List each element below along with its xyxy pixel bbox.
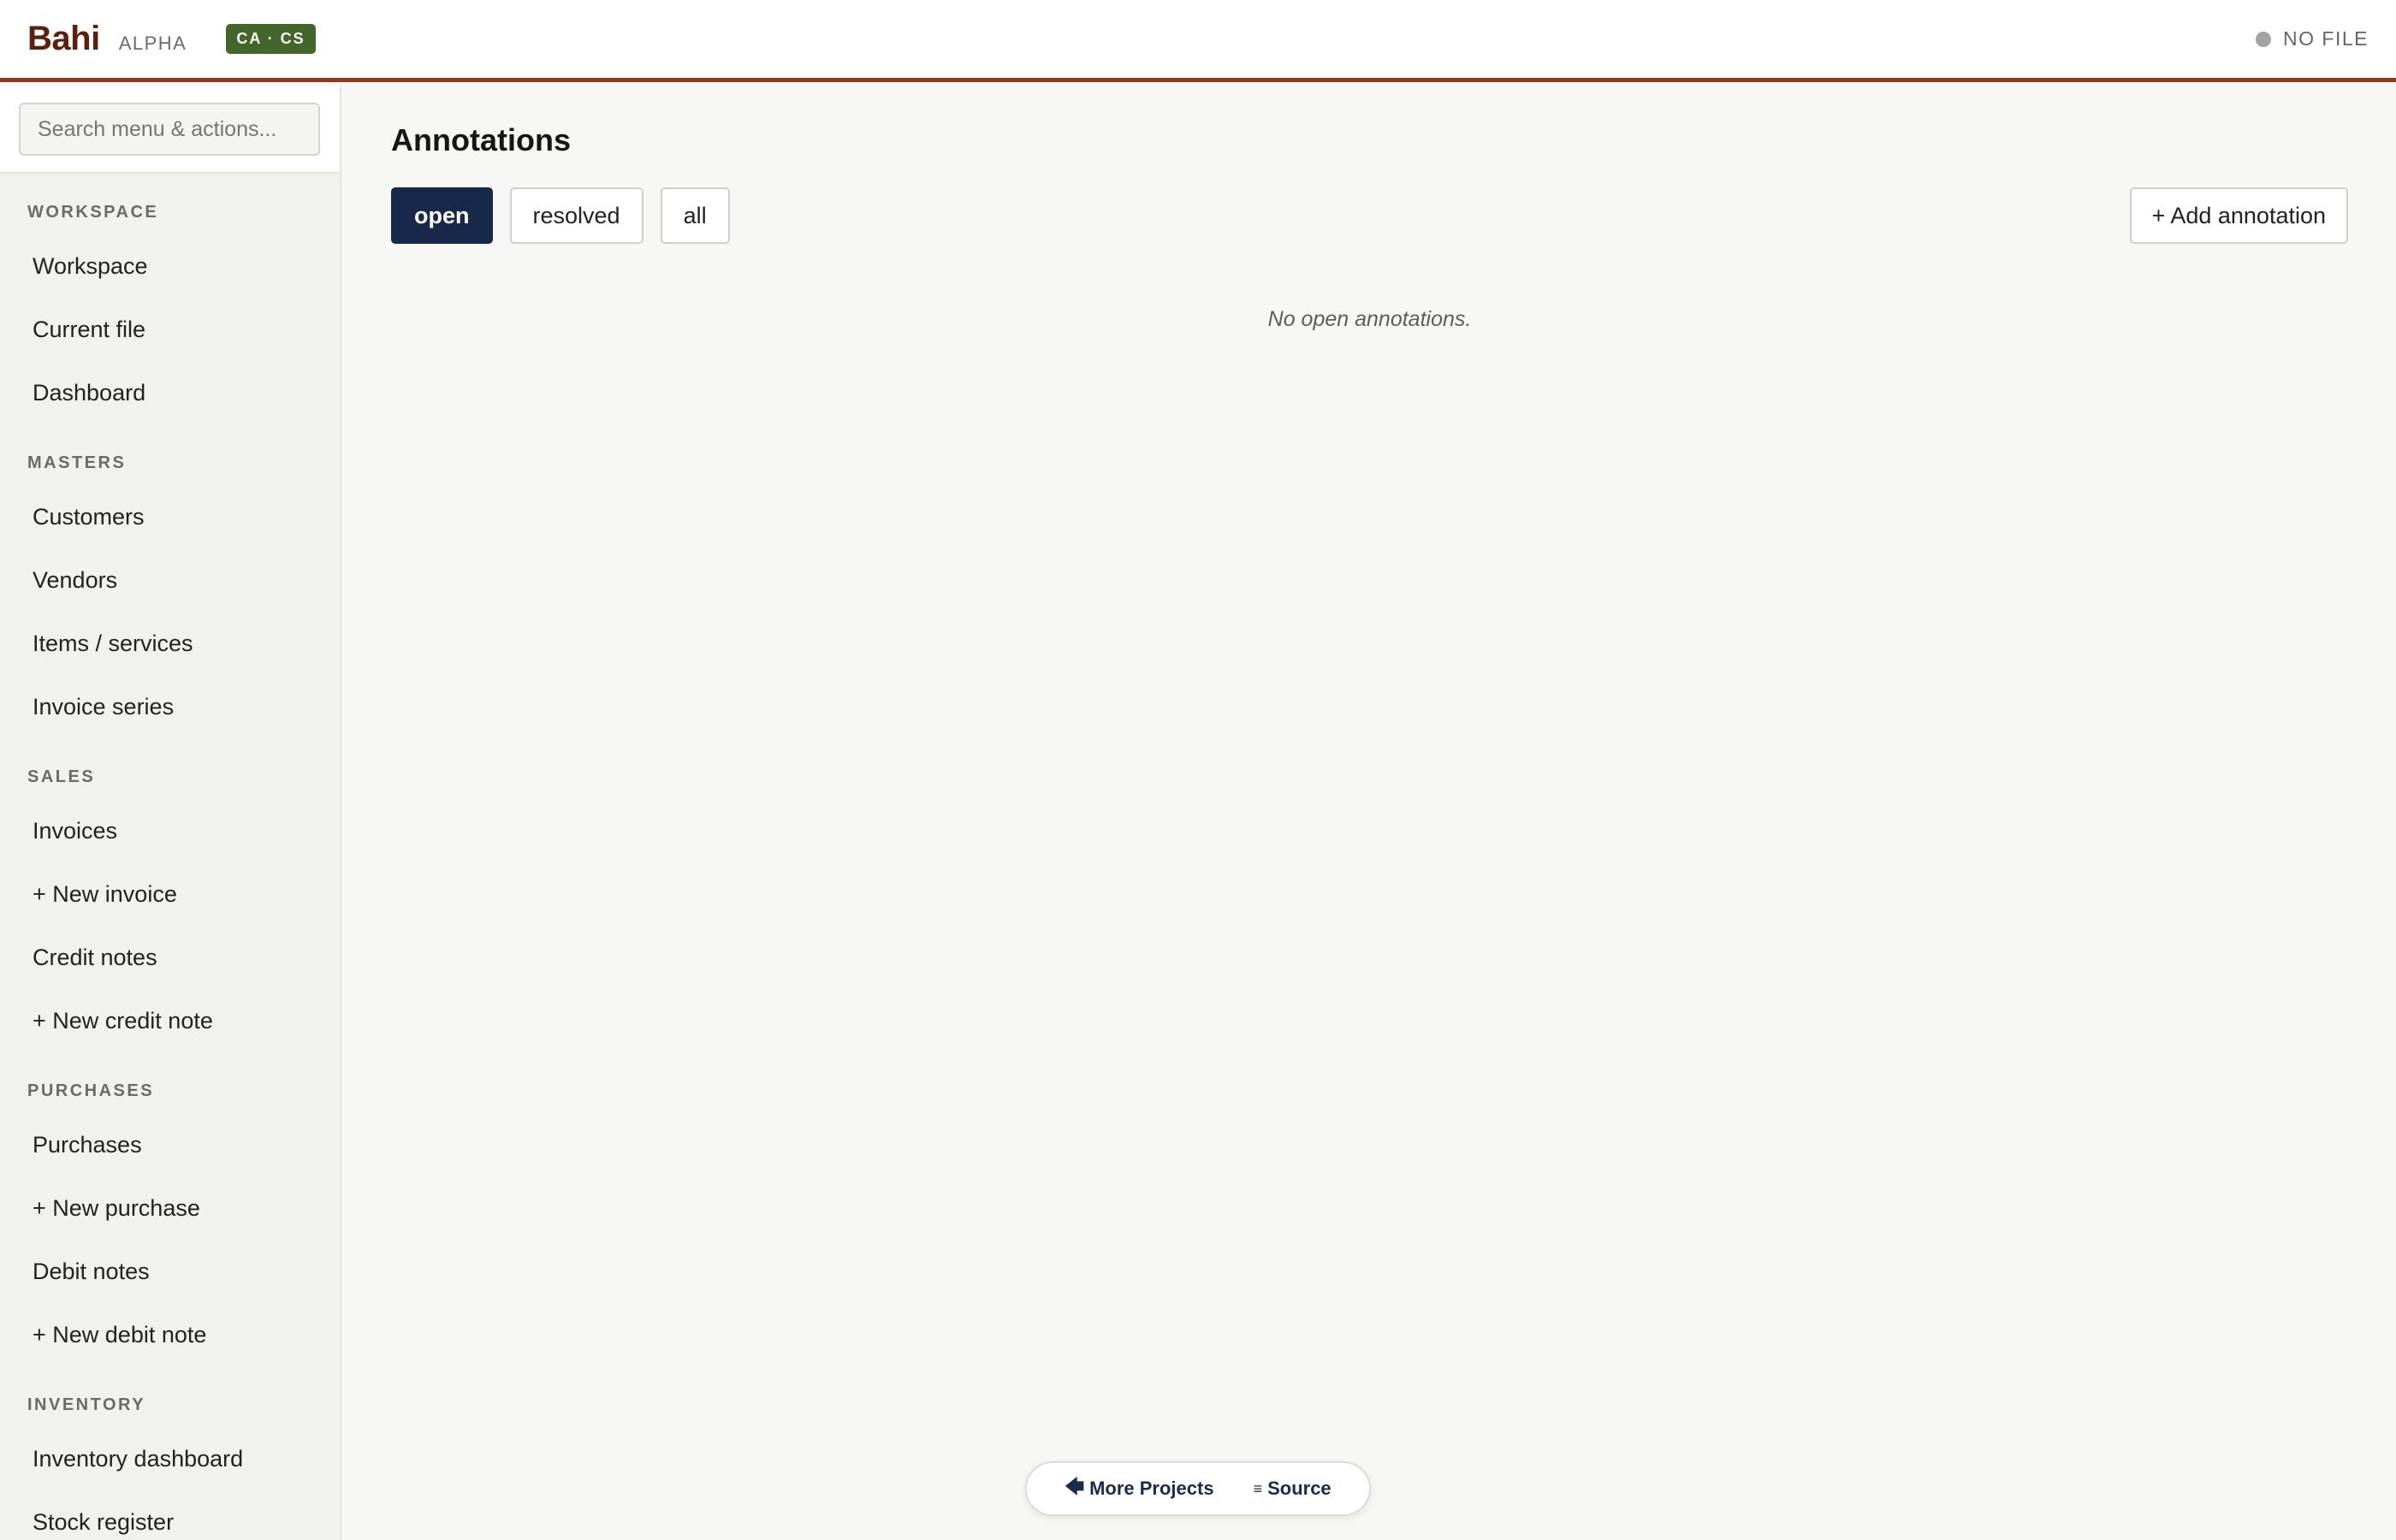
sidebar-item-vendors[interactable]: Vendors bbox=[0, 548, 340, 612]
code-icon: ≡ bbox=[1253, 1479, 1263, 1497]
mode-badge: CA · CS bbox=[226, 24, 316, 54]
nav-heading: PURCHASES bbox=[27, 1081, 155, 1100]
page-title: Annotations bbox=[391, 122, 571, 157]
sidebar: WORKSPACE Workspace Current file Dashboa… bbox=[0, 86, 341, 1540]
sidebar-item-new-credit-note[interactable]: + New credit note bbox=[0, 989, 340, 1052]
more-projects-label: More Projects bbox=[1089, 1478, 1214, 1499]
sidebar-item-debit-notes[interactable]: Debit notes bbox=[0, 1240, 340, 1303]
sidebar-item-new-purchase[interactable]: + New purchase bbox=[0, 1176, 340, 1240]
sidebar-item-items-services[interactable]: Items / services bbox=[0, 612, 340, 675]
filter-open-button[interactable]: open bbox=[391, 187, 493, 244]
version-tag: ALPHA bbox=[118, 32, 187, 54]
nav-heading: MASTERS bbox=[27, 453, 127, 472]
nav-section-masters: MASTERS Customers Vendors Items / servic… bbox=[0, 424, 340, 738]
sidebar-item-customers[interactable]: Customers bbox=[0, 485, 340, 548]
sidebar-item-invoice-series[interactable]: Invoice series bbox=[0, 675, 340, 738]
source-label: Source bbox=[1267, 1478, 1331, 1499]
nav-heading: SALES bbox=[27, 767, 96, 786]
sidebar-item-stock-register[interactable]: Stock register bbox=[0, 1490, 340, 1540]
sidebar-item-workspace[interactable]: Workspace bbox=[0, 234, 340, 298]
filter-resolved-button[interactable]: resolved bbox=[509, 187, 643, 244]
main-content: Annotations open resolved all + Add anno… bbox=[343, 86, 2396, 1540]
top-bar: Bahi ALPHA CA · CS NO FILE bbox=[0, 0, 2396, 82]
nav-heading: INVENTORY bbox=[27, 1395, 146, 1414]
empty-state-message: No open annotations. bbox=[1267, 307, 1472, 331]
status-dot-icon bbox=[2256, 31, 2272, 47]
filter-all-button[interactable]: all bbox=[660, 187, 730, 244]
sidebar-item-inventory-dashboard[interactable]: Inventory dashboard bbox=[0, 1427, 340, 1490]
source-link[interactable]: ≡ Source bbox=[1254, 1478, 1331, 1500]
file-status: NO FILE bbox=[2256, 27, 2369, 50]
sidebar-item-credit-notes[interactable]: Credit notes bbox=[0, 926, 340, 989]
app-brand[interactable]: Bahi bbox=[27, 20, 100, 58]
nav-section-workspace: WORKSPACE Workspace Current file Dashboa… bbox=[0, 174, 340, 424]
nav-heading: WORKSPACE bbox=[27, 203, 159, 222]
search-input[interactable] bbox=[19, 103, 320, 156]
nav-section-sales: SALES Invoices + New invoice Credit note… bbox=[0, 738, 340, 1052]
add-annotation-button[interactable]: + Add annotation bbox=[2129, 187, 2348, 244]
more-projects-link[interactable]: 🡄 More Projects bbox=[1065, 1472, 1213, 1505]
nav-section-purchases: PURCHASES Purchases + New purchase Debit… bbox=[0, 1052, 340, 1366]
sidebar-item-current-file[interactable]: Current file bbox=[0, 298, 340, 361]
sidebar-search bbox=[0, 86, 340, 174]
sidebar-item-new-invoice[interactable]: + New invoice bbox=[0, 862, 340, 926]
annotation-toolbar: open resolved all + Add annotation bbox=[391, 187, 2348, 244]
sidebar-item-invoices[interactable]: Invoices bbox=[0, 799, 340, 862]
arrow-left-icon: 🡄 bbox=[1065, 1476, 1085, 1497]
sidebar-item-purchases[interactable]: Purchases bbox=[0, 1113, 340, 1176]
file-status-label: NO FILE bbox=[2283, 27, 2369, 50]
nav-section-inventory: INVENTORY Inventory dashboard Stock regi… bbox=[0, 1366, 340, 1540]
sidebar-item-new-debit-note[interactable]: + New debit note bbox=[0, 1303, 340, 1366]
sidebar-item-dashboard[interactable]: Dashboard bbox=[0, 361, 340, 424]
footer-links: 🡄 More Projects ≡ Source bbox=[1025, 1461, 1371, 1516]
